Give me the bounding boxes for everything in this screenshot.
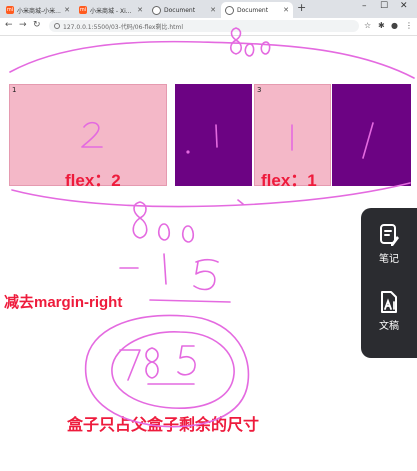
documents-label: 文稿	[379, 321, 399, 332]
box-number: 3	[257, 86, 262, 94]
url-field[interactable]: 127.0.0.1:5500/03-代码/06-flex剩比.html	[49, 20, 359, 32]
extensions-icon[interactable]: ✱	[378, 21, 385, 30]
close-tab-icon[interactable]: ✕	[283, 6, 289, 14]
flex-1-label: flex：1	[261, 171, 317, 190]
maximize-icon[interactable]: ☐	[380, 1, 388, 11]
menu-icon[interactable]: ⋮	[405, 21, 413, 30]
tab-title: 小米商城 - Xi...	[90, 7, 132, 15]
new-tab-icon[interactable]: +	[297, 1, 306, 14]
browser-tab-active[interactable]: Document ✕	[221, 2, 293, 18]
mi-logo-icon: mi	[79, 6, 87, 14]
browser-tab-bar: mi 小米商城-小米... ✕ mi 小米商城 - Xi... ✕ Docume…	[0, 0, 417, 18]
documents-button[interactable]: 文稿	[361, 290, 417, 332]
url-text: 127.0.0.1:5500/03-代码/06-flex剩比.html	[63, 23, 184, 31]
ink-mid-800	[132, 201, 195, 243]
bookmark-star-icon[interactable]: ☆	[364, 21, 371, 30]
flex-2-label: flex：2	[65, 171, 121, 190]
tab-title: Document	[164, 6, 196, 14]
note-pen-icon	[380, 224, 399, 246]
close-window-icon[interactable]: ✕	[400, 1, 408, 11]
handwriting-annotations	[9, 27, 415, 428]
margin-note: 减去margin-right	[4, 294, 123, 311]
notes-button[interactable]: 笔记	[361, 223, 417, 265]
address-bar: ← → ↻ 127.0.0.1:5500/03-代码/06-flex剩比.htm…	[0, 18, 417, 36]
close-tab-icon[interactable]: ✕	[137, 6, 143, 14]
browser-tab[interactable]: Document ✕	[148, 2, 220, 18]
remaining-size-note: 盒子只占父盒子剩余的尺寸	[67, 417, 260, 434]
ink-circle-inner	[111, 331, 235, 409]
flex-box-4	[332, 84, 411, 186]
browser-tab[interactable]: mi 小米商城 - Xi... ✕	[75, 2, 147, 18]
profile-icon[interactable]: ●	[391, 21, 398, 30]
ink-top-arc	[9, 40, 415, 79]
flex-box-2	[175, 84, 252, 186]
globe-icon	[225, 5, 234, 15]
tab-title: 小米商城-小米...	[17, 7, 61, 15]
forward-icon[interactable]: →	[19, 20, 27, 30]
reload-icon[interactable]: ↻	[33, 20, 41, 30]
notes-label: 笔记	[379, 254, 399, 265]
back-icon[interactable]: ←	[5, 20, 13, 30]
ink-minus-15	[119, 253, 219, 291]
ink-tick	[237, 199, 244, 205]
mi-logo-icon: mi	[6, 6, 14, 14]
close-tab-icon[interactable]: ✕	[210, 6, 216, 14]
ink-underline	[149, 299, 231, 303]
browser-tab[interactable]: mi 小米商城-小米... ✕	[2, 2, 74, 18]
side-panel: 笔记 文稿	[361, 208, 417, 358]
document-ai-icon	[381, 291, 397, 313]
ink-785	[119, 345, 196, 381]
minimize-icon[interactable]: –	[362, 1, 367, 11]
close-tab-icon[interactable]: ✕	[64, 6, 70, 14]
tab-title: Document	[237, 6, 269, 14]
box-number: 1	[12, 86, 17, 94]
globe-icon	[152, 5, 161, 15]
site-info-icon[interactable]	[54, 23, 60, 29]
